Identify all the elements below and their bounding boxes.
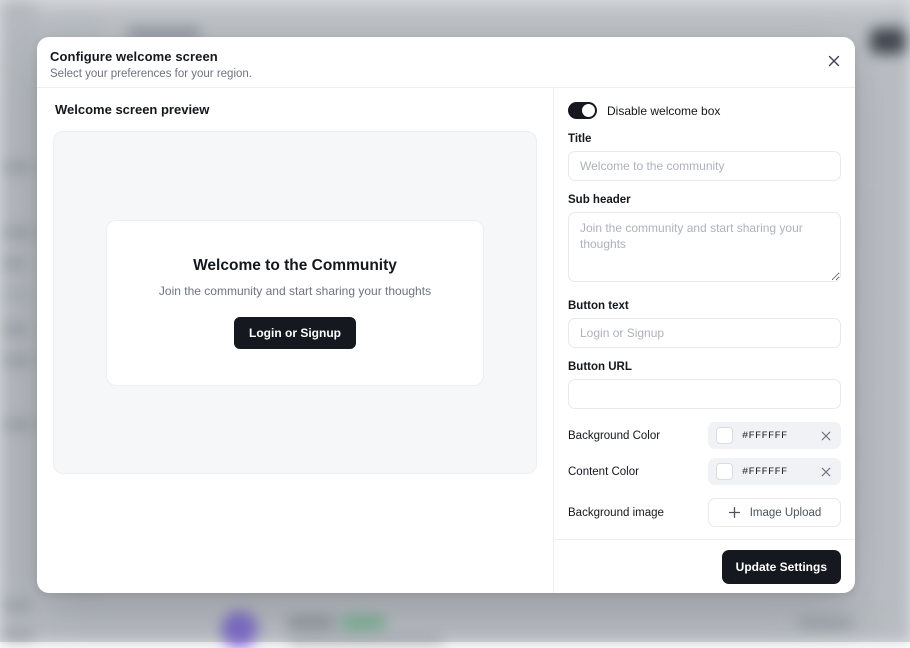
disable-welcome-box-row: Disable welcome box [568, 102, 841, 119]
modal-subtitle: Select your preferences for your region. [50, 68, 855, 80]
preview-canvas: Welcome to the Community Join the commun… [53, 131, 537, 474]
close-icon [828, 55, 840, 67]
image-upload-button[interactable]: Image Upload [708, 498, 841, 527]
background-image-row: Background image Image Upload [568, 498, 841, 527]
content-color-clear-button[interactable] [819, 467, 833, 477]
button-text-input[interactable] [568, 318, 841, 348]
content-color-swatch[interactable] [716, 463, 733, 480]
image-upload-label: Image Upload [750, 507, 822, 519]
page-title: Configure welcome screen [50, 49, 855, 64]
welcome-title: Welcome to the Community [193, 257, 397, 275]
subheader-field-group: Sub header [568, 194, 841, 287]
welcome-box-preview: Welcome to the Community Join the commun… [106, 220, 484, 386]
background-image-label: Background image [568, 507, 708, 519]
background-color-row: Background Color #FFFFFF [568, 422, 841, 449]
disable-welcome-box-toggle[interactable] [568, 102, 597, 119]
plus-icon [728, 506, 741, 519]
subheader-label: Sub header [568, 194, 841, 206]
content-color-value[interactable]: #FFFFFF [742, 466, 810, 478]
settings-panel: Disable welcome box Title Sub header But… [554, 88, 855, 593]
button-text-label: Button text [568, 300, 841, 312]
close-icon [821, 467, 831, 477]
subheader-textarea[interactable] [568, 212, 841, 282]
content-color-label: Content Color [568, 466, 708, 478]
preview-heading: Welcome screen preview [53, 102, 537, 117]
login-or-signup-button[interactable]: Login or Signup [234, 317, 356, 349]
button-url-label: Button URL [568, 361, 841, 373]
background-color-clear-button[interactable] [819, 431, 833, 441]
background-color-swatch[interactable] [716, 427, 733, 444]
background-color-control: #FFFFFF [708, 422, 841, 449]
preview-panel: Welcome screen preview Welcome to the Co… [37, 88, 554, 593]
configure-welcome-screen-modal: Configure welcome screen Select your pre… [37, 37, 855, 593]
title-label: Title [568, 133, 841, 145]
modal-footer: Update Settings [554, 539, 855, 593]
title-input[interactable] [568, 151, 841, 181]
settings-form: Disable welcome box Title Sub header But… [554, 88, 855, 539]
button-text-field-group: Button text [568, 300, 841, 348]
button-url-input[interactable] [568, 379, 841, 409]
close-icon [821, 431, 831, 441]
button-url-field-group: Button URL [568, 361, 841, 409]
background-color-value[interactable]: #FFFFFF [742, 430, 810, 442]
content-color-control: #FFFFFF [708, 458, 841, 485]
background-color-label: Background Color [568, 430, 708, 442]
update-settings-button[interactable]: Update Settings [722, 550, 841, 584]
content-color-row: Content Color #FFFFFF [568, 458, 841, 485]
modal-header: Configure welcome screen Select your pre… [37, 37, 855, 88]
disable-welcome-box-label: Disable welcome box [607, 104, 720, 118]
close-button[interactable] [822, 49, 846, 73]
welcome-subtitle: Join the community and start sharing you… [159, 284, 431, 298]
title-field-group: Title [568, 133, 841, 181]
modal-body: Welcome screen preview Welcome to the Co… [37, 88, 855, 593]
